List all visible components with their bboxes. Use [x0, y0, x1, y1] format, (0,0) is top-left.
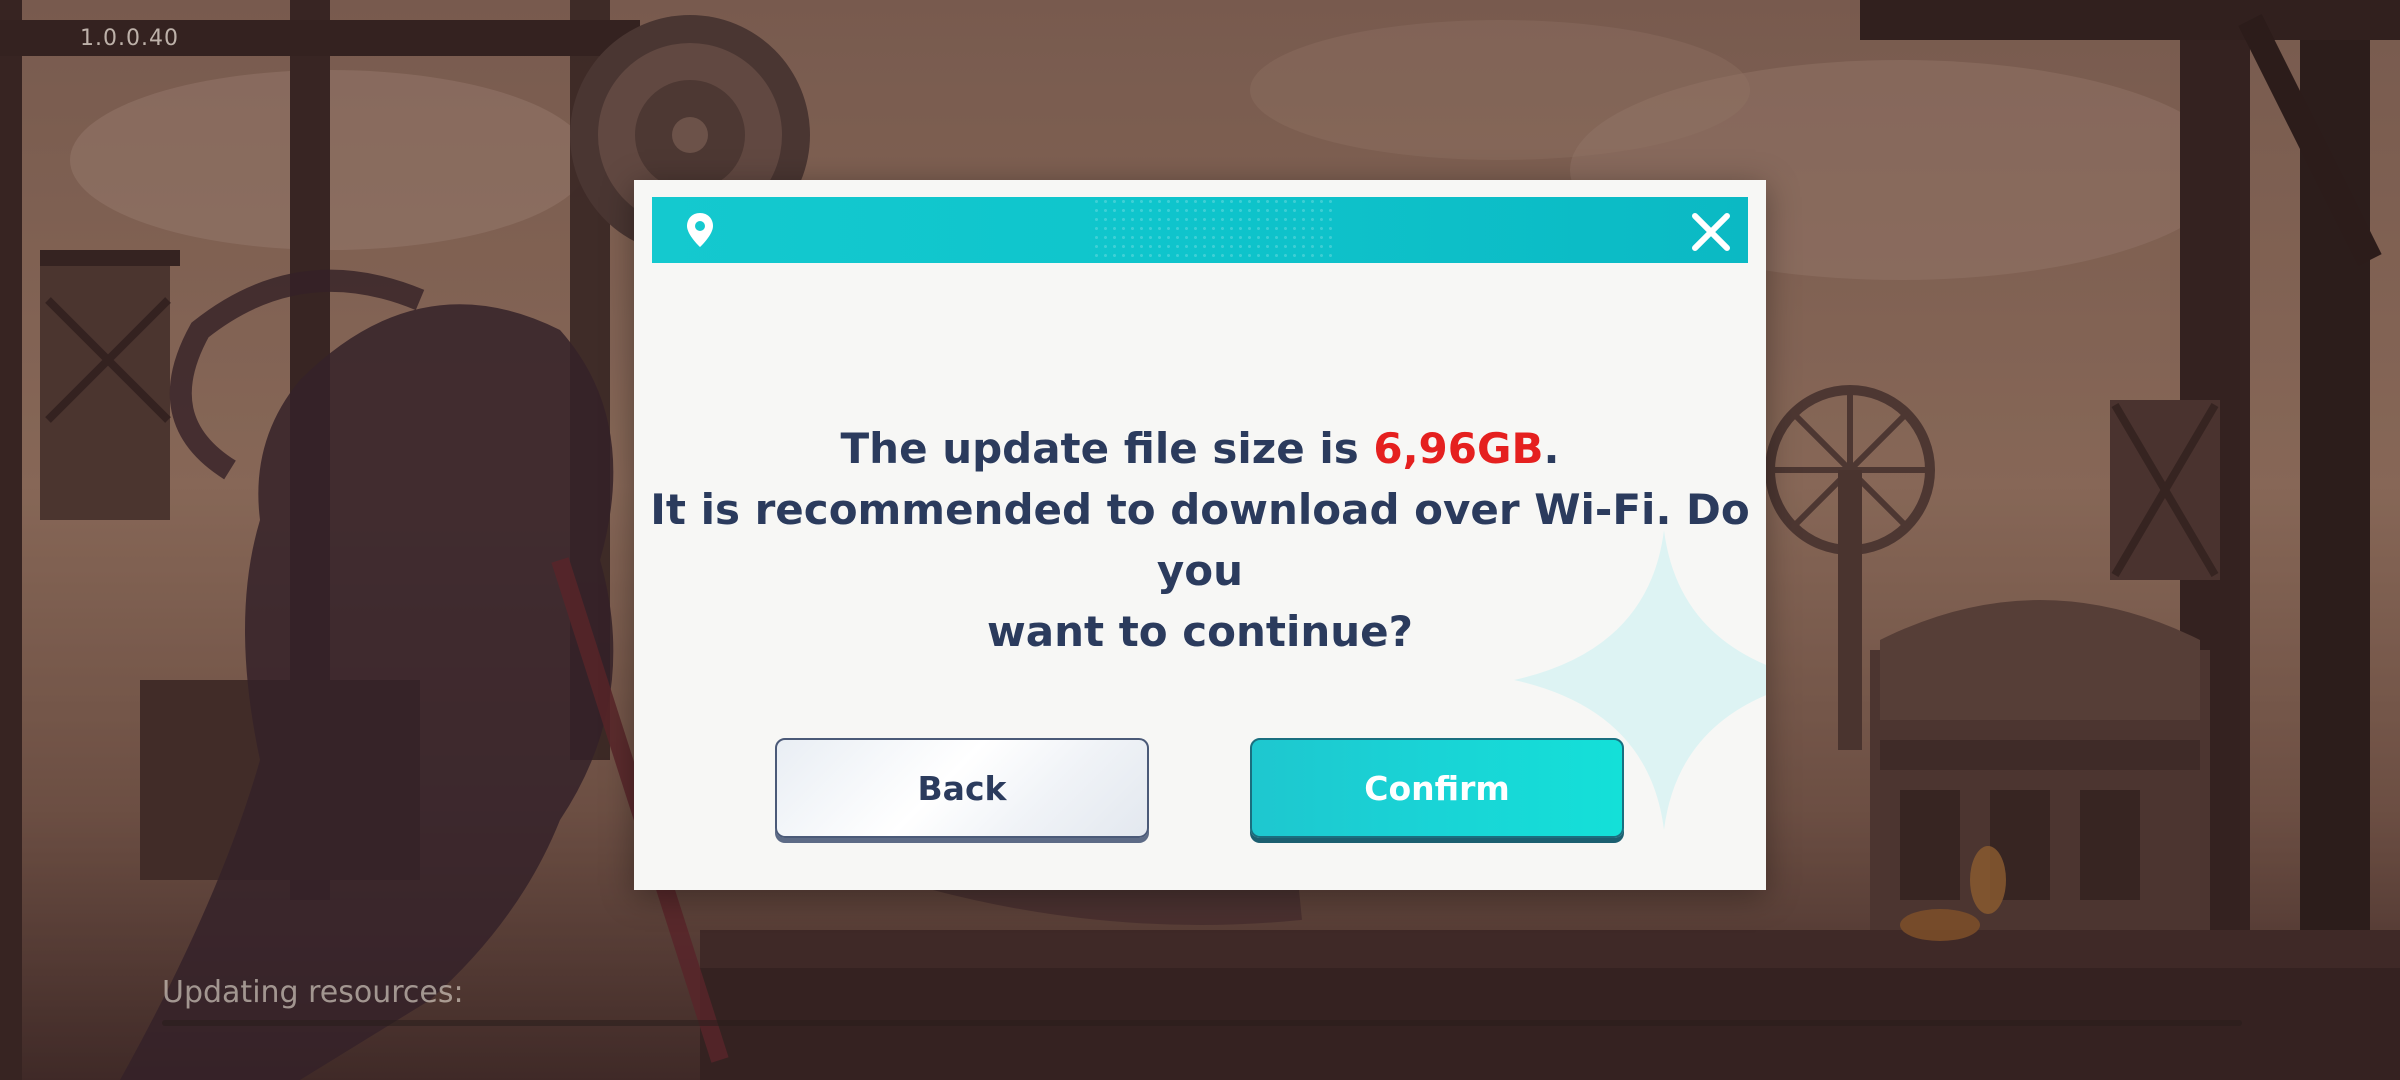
message-line-1: The update file size is 6,96GB. — [634, 418, 1766, 479]
message-line-2: It is recommended to download over Wi-Fi… — [650, 485, 1750, 595]
close-icon[interactable] — [1688, 209, 1734, 255]
version-label: 1.0.0.40 — [80, 26, 179, 51]
update-confirm-dialog: The update file size is 6,96GB. It is re… — [634, 180, 1766, 890]
location-pin-icon — [687, 213, 713, 247]
message-prefix: The update file size is — [840, 424, 1374, 473]
game-screen: 1.0.0.40 Updating resources: The update … — [0, 0, 2400, 1080]
file-size-value: 6,96GB — [1373, 424, 1544, 473]
message-line-3: want to continue? — [986, 607, 1414, 656]
back-button[interactable]: Back — [775, 738, 1149, 838]
dialog-message: The update file size is 6,96GB. It is re… — [634, 418, 1766, 662]
header-dot-pattern — [1092, 197, 1332, 263]
dialog-header-bar — [652, 197, 1748, 263]
update-progress-bar — [162, 1020, 2242, 1026]
update-status-label: Updating resources: — [162, 975, 464, 1010]
back-button-label: Back — [917, 768, 1007, 808]
confirm-button[interactable]: Confirm — [1250, 738, 1624, 838]
message-suffix: . — [1543, 424, 1560, 473]
confirm-button-label: Confirm — [1364, 768, 1510, 808]
